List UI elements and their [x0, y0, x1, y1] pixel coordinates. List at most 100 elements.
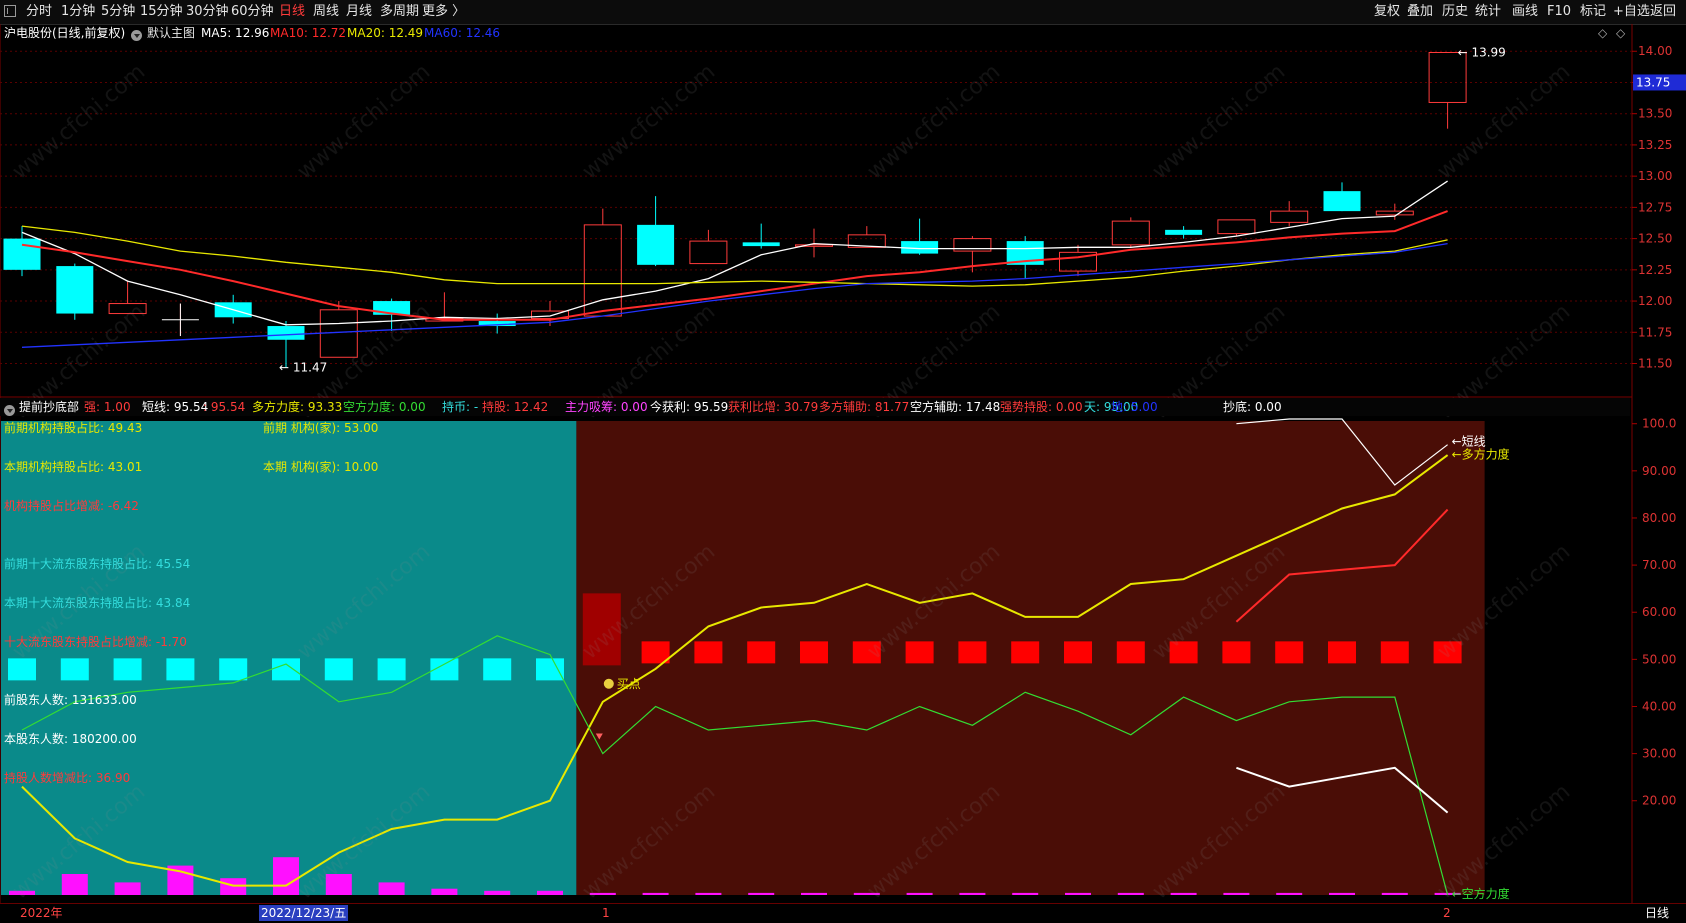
- volume-bar-26: [1381, 892, 1408, 895]
- ma-line-ma20: [21, 225, 1448, 287]
- candle-19: [1006, 236, 1044, 279]
- candle-1: [56, 263, 94, 320]
- diamond-icon[interactable]: ◇: [1598, 25, 1607, 41]
- cyan-block-7: [377, 658, 406, 681]
- cyan-block-1: [60, 658, 89, 681]
- theme-label[interactable]: 默认主图: [147, 25, 195, 41]
- volume-bar-13: [695, 892, 722, 895]
- red-block-19: [1011, 641, 1040, 664]
- volume-bar-7: [378, 882, 405, 895]
- volume-bar-20: [1065, 892, 1091, 895]
- volume-bar-25: [1329, 892, 1355, 895]
- overlay-text-1: 前期 机构(家): 53.00: [263, 420, 378, 435]
- candle-21: [1111, 217, 1150, 248]
- year-label: 2022年: [20, 906, 63, 920]
- indicator-field-1: 短线: 95.54: [142, 400, 209, 414]
- watermark-text: www.cfchi.com: [8, 59, 150, 184]
- theme-dropdown-icon[interactable]: [131, 27, 142, 43]
- selected-date-label: 2022/12/23/五: [259, 905, 349, 921]
- cyan-block-2: [113, 658, 142, 681]
- red-block-26: [1380, 641, 1409, 664]
- cyan-block-9: [483, 658, 512, 681]
- price-tick-label: 12.50: [1638, 232, 1672, 246]
- price-tick-label: 12.00: [1638, 294, 1672, 308]
- candle-22: [1165, 226, 1203, 239]
- main-chart-info-bar: 沪电股份(日线,前复权) 默认主图 MA5: 12.96 MA10: 12.72…: [0, 25, 1630, 41]
- watermark-text: www.cfchi.com: [578, 59, 720, 184]
- price-tick-label: 11.75: [1638, 325, 1672, 339]
- watermark-text: www.cfchi.com: [293, 59, 435, 184]
- candle-body: [267, 326, 305, 340]
- watermark-text: www.cfchi.com: [1433, 59, 1575, 184]
- indicator-field-15: 抄底: 0.00: [1223, 400, 1282, 414]
- red-block-23: [1222, 641, 1251, 664]
- indicator-field-12: 强势持股: 0.00: [1000, 400, 1083, 414]
- indicator-info-bar: 提前抄底部 强: 1.00 短线: 95.54: 95.54 多方力度: 93.33…: [0, 398, 1630, 416]
- label-bull-strength: ←多方力度: [1452, 446, 1510, 461]
- period-label: 日线: [1645, 906, 1670, 920]
- candle-25: [1323, 182, 1361, 212]
- cyan-block-10: [536, 658, 564, 681]
- candle-20: [1059, 244, 1097, 277]
- overlay-text-9: 本股东人数: 180200.00: [4, 731, 137, 746]
- indicator-field-6: 持股: 12.42: [482, 400, 549, 414]
- volume-bar-21: [1117, 892, 1144, 895]
- indicator-field-14: 地: 5.00: [1111, 400, 1158, 414]
- indicator-tick-label: 70.00: [1642, 558, 1676, 572]
- red-block-25: [1328, 641, 1356, 664]
- indicator-field-0: 强: 1.00: [84, 400, 131, 414]
- price-tick-label: 13.00: [1638, 169, 1672, 183]
- indicator-tick-label: 50.00: [1642, 652, 1676, 666]
- candle-body: [1111, 220, 1150, 246]
- volume-bar-17: [906, 892, 933, 895]
- volume-bar-9: [484, 890, 511, 895]
- indicator-field-7: 主力吸筹: 0.00: [565, 400, 648, 414]
- chart-canvas: 14.00 13.75 13.50 13.25 13.00 12.75 12.50 12.25…: [0, 24, 1686, 905]
- overlay-text-5: 前期十大流东股东持股占比: 45.54: [4, 556, 190, 571]
- candle-body: [1217, 219, 1256, 235]
- marker-1: 1: [602, 906, 610, 920]
- ma60-label: MA60: 12.46: [424, 26, 501, 40]
- red-block-18: [958, 641, 987, 664]
- indicator-field-2: : 95.54: [203, 400, 246, 414]
- high-price-label: ← 13.99: [1458, 45, 1506, 59]
- price-tick-label: 14.00: [1638, 44, 1672, 58]
- indicator-field-11: 空方辅助: 17.48: [910, 400, 1001, 414]
- volume-bar-19: [1012, 892, 1039, 895]
- candle-body: [3, 238, 41, 270]
- diamond-icon[interactable]: ◇: [1616, 25, 1625, 41]
- cyan-block-3: [166, 658, 195, 681]
- overlay-text-4: 机构持股占比增减: -6.42: [4, 498, 139, 513]
- candle-27: [1428, 51, 1467, 129]
- indicator-tick-label: 60.00: [1642, 605, 1676, 619]
- candle-12: [637, 196, 675, 267]
- overlay-text-10: 持股人数增减比: 36.90: [4, 770, 130, 785]
- bottom-date-bar: 2022年 2022/12/23/五 1 2 日线: [0, 903, 1686, 923]
- volume-bar-18: [959, 892, 986, 895]
- candle-body: [1323, 191, 1361, 212]
- red-block-21: [1116, 641, 1145, 664]
- price-tick-label: 12.25: [1638, 263, 1672, 277]
- buy-point-label: 买点: [617, 677, 641, 691]
- red-block-14: [747, 641, 776, 664]
- indicator-tick-label: 30.00: [1642, 747, 1676, 761]
- candle-body: [742, 242, 780, 247]
- overlay-text-8: 前股东人数: 131633.00: [4, 692, 137, 707]
- overlay-text-3: 本期 机构(家): 10.00: [263, 459, 378, 474]
- indicator-field-3: 多方力度: 93.33: [252, 400, 343, 414]
- stock-title[interactable]: 沪电股份(日线,前复权): [4, 25, 125, 41]
- indicator-field-9: 获利比增: 30.79: [728, 400, 819, 414]
- candle-14: [742, 223, 780, 249]
- low-price-label: ← 11.47: [279, 360, 327, 374]
- watermark-text: www.cfchi.com: [1148, 59, 1290, 184]
- indicator-dropdown-icon[interactable]: [4, 401, 15, 419]
- indicator-field-10: 多方辅助: 81.77: [819, 400, 910, 414]
- indicator-name[interactable]: 提前抄底部: [19, 398, 79, 416]
- price-tick-label: 11.50: [1638, 357, 1672, 371]
- candle-0: [3, 226, 41, 277]
- candle-body: [637, 224, 675, 265]
- volume-bar-10: [537, 890, 563, 895]
- candle-26: [1375, 203, 1414, 220]
- red-block-13: [694, 641, 723, 664]
- candle-body: [1270, 210, 1309, 223]
